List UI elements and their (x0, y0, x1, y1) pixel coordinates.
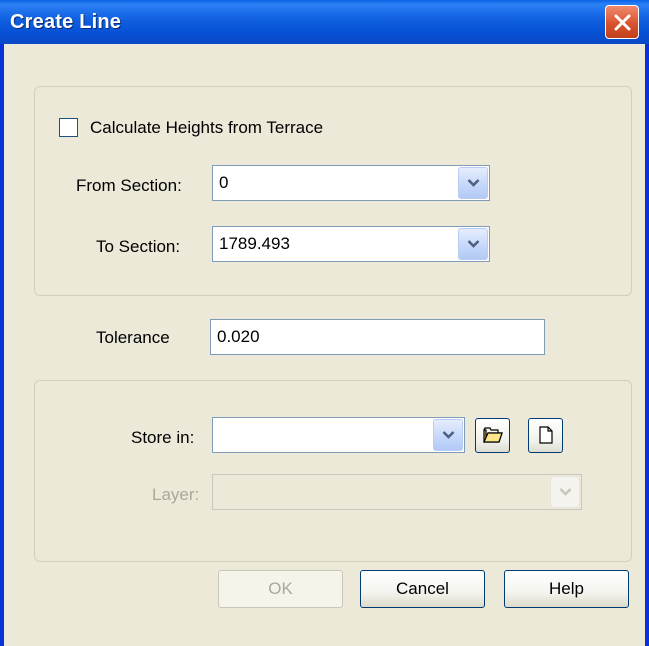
title-bar[interactable]: Create Line (0, 0, 649, 44)
chevron-down-icon (442, 431, 455, 439)
new-document-icon (539, 426, 553, 444)
from-section-label: From Section: (76, 176, 182, 195)
dialog-title: Create Line (10, 11, 122, 33)
layer-dropdown-button[interactable] (550, 476, 580, 508)
window-frame-right (645, 44, 649, 646)
close-icon (614, 14, 631, 31)
new-layer-button[interactable] (528, 418, 563, 453)
from-section-dropdown-button[interactable] (458, 167, 488, 199)
layer-select[interactable] (212, 474, 582, 510)
from-section-select[interactable]: 0 (212, 165, 490, 201)
store-in-dropdown-button[interactable] (433, 419, 463, 451)
help-button[interactable]: Help (504, 570, 629, 608)
create-line-dialog: Create Line Calculate Heights from Terra… (0, 0, 649, 646)
from-section-value: 0 (219, 173, 229, 192)
storage-group (34, 380, 632, 562)
to-section-value: 1789.493 (219, 234, 290, 253)
cancel-button[interactable]: Cancel (360, 570, 485, 608)
chevron-down-icon (467, 240, 480, 248)
store-in-select[interactable] (212, 417, 465, 453)
tolerance-input[interactable]: 0.020 (210, 319, 545, 355)
tolerance-value: 0.020 (217, 327, 260, 346)
tolerance-label: Tolerance (96, 328, 170, 347)
ok-button[interactable]: OK (218, 570, 343, 608)
browse-folder-button[interactable] (475, 418, 510, 453)
calculate-heights-checkbox[interactable] (59, 118, 78, 137)
calculate-heights-label[interactable]: Calculate Heights from Terrace (90, 118, 323, 138)
close-button[interactable] (605, 5, 639, 39)
layer-label: Layer: (152, 485, 200, 504)
to-section-select[interactable]: 1789.493 (212, 226, 490, 262)
chevron-down-icon (467, 179, 480, 187)
folder-icon (483, 427, 503, 443)
to-section-label: To Section: (96, 237, 181, 256)
chevron-down-icon (559, 488, 572, 496)
to-section-dropdown-button[interactable] (458, 228, 488, 260)
store-in-label: Store in: (131, 428, 195, 447)
dialog-body: Calculate Heights from Terrace From Sect… (4, 44, 645, 646)
